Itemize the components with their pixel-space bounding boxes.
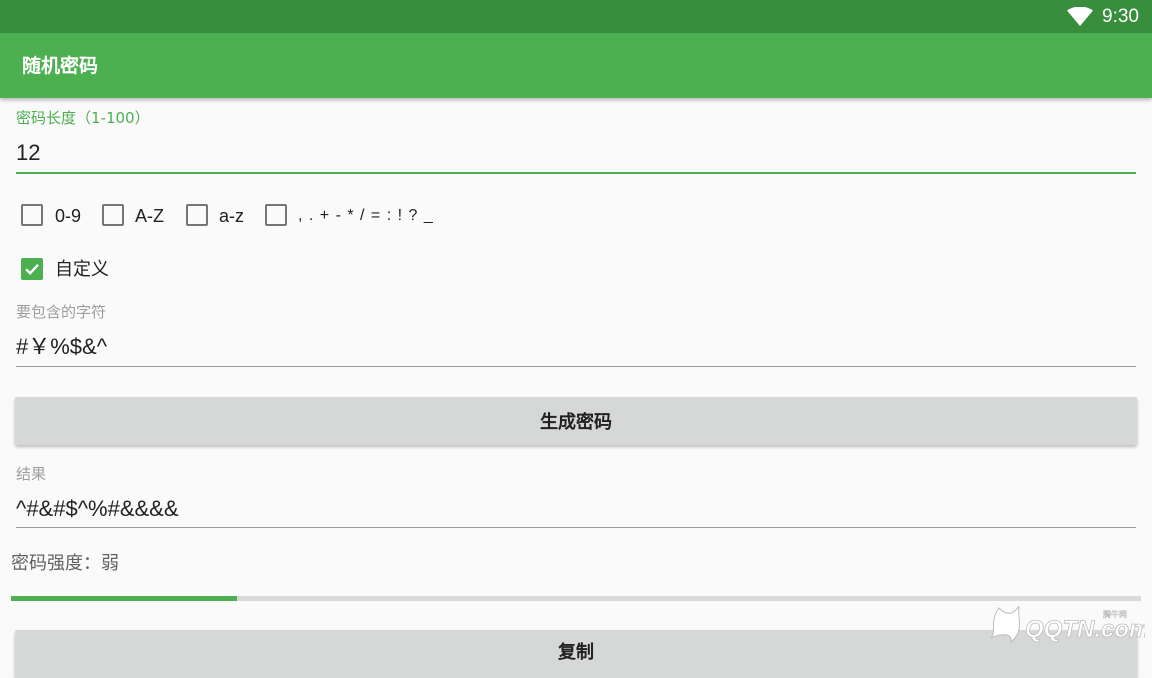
result-output[interactable]: ^#&#$^%#&&&&	[16, 496, 179, 522]
qqtn-logo-icon: QQTN.com 腾牛网	[990, 605, 1151, 643]
check-icon	[25, 263, 39, 275]
copy-button-label: 复制	[558, 642, 594, 663]
app-bar: 随机密码	[0, 33, 1152, 98]
checkbox-symbols-label: , . + - * / = : ! ? _	[298, 207, 434, 224]
strength-label: 密码强度：弱	[11, 553, 119, 574]
checkbox-lowercase-label: a-z	[219, 206, 245, 226]
checkbox-symbols[interactable]	[265, 204, 287, 226]
checkbox-custom[interactable]	[21, 258, 43, 280]
include-field-label: 要包含的字符	[16, 303, 107, 321]
length-input-underline	[16, 172, 1136, 174]
checkbox-custom-label: 自定义	[55, 259, 109, 280]
watermark-brand: QQTN.com	[1025, 616, 1145, 643]
copy-button[interactable]: 复制	[15, 630, 1137, 678]
watermark-sub: 腾牛网	[1103, 609, 1127, 619]
strength-progress-bar	[11, 596, 1141, 601]
wifi-icon	[1067, 7, 1093, 26]
checkbox-digits[interactable]	[21, 204, 43, 226]
length-input[interactable]: 12	[16, 140, 40, 166]
length-field-label: 密码长度（1-100）	[16, 109, 150, 127]
checkbox-uppercase-label: A-Z	[135, 206, 164, 226]
include-input[interactable]: #￥%$&^	[16, 334, 107, 360]
checkbox-uppercase[interactable]	[102, 204, 124, 226]
checkbox-digits-label: 0-9	[55, 206, 82, 226]
checkbox-lowercase[interactable]	[186, 204, 208, 226]
result-field-label: 结果	[16, 465, 47, 483]
result-output-underline	[16, 527, 1136, 528]
qqtn-watermark: QQTN.com 腾牛网	[985, 604, 1151, 646]
app-title: 随机密码	[22, 55, 99, 77]
strength-progress-fill	[11, 596, 237, 601]
status-bar: 9:30	[0, 0, 1152, 33]
include-input-underline	[16, 366, 1136, 367]
status-time: 9:30	[1102, 6, 1139, 27]
generate-button-label: 生成密码	[540, 412, 612, 433]
generate-button[interactable]: 生成密码	[15, 397, 1137, 445]
